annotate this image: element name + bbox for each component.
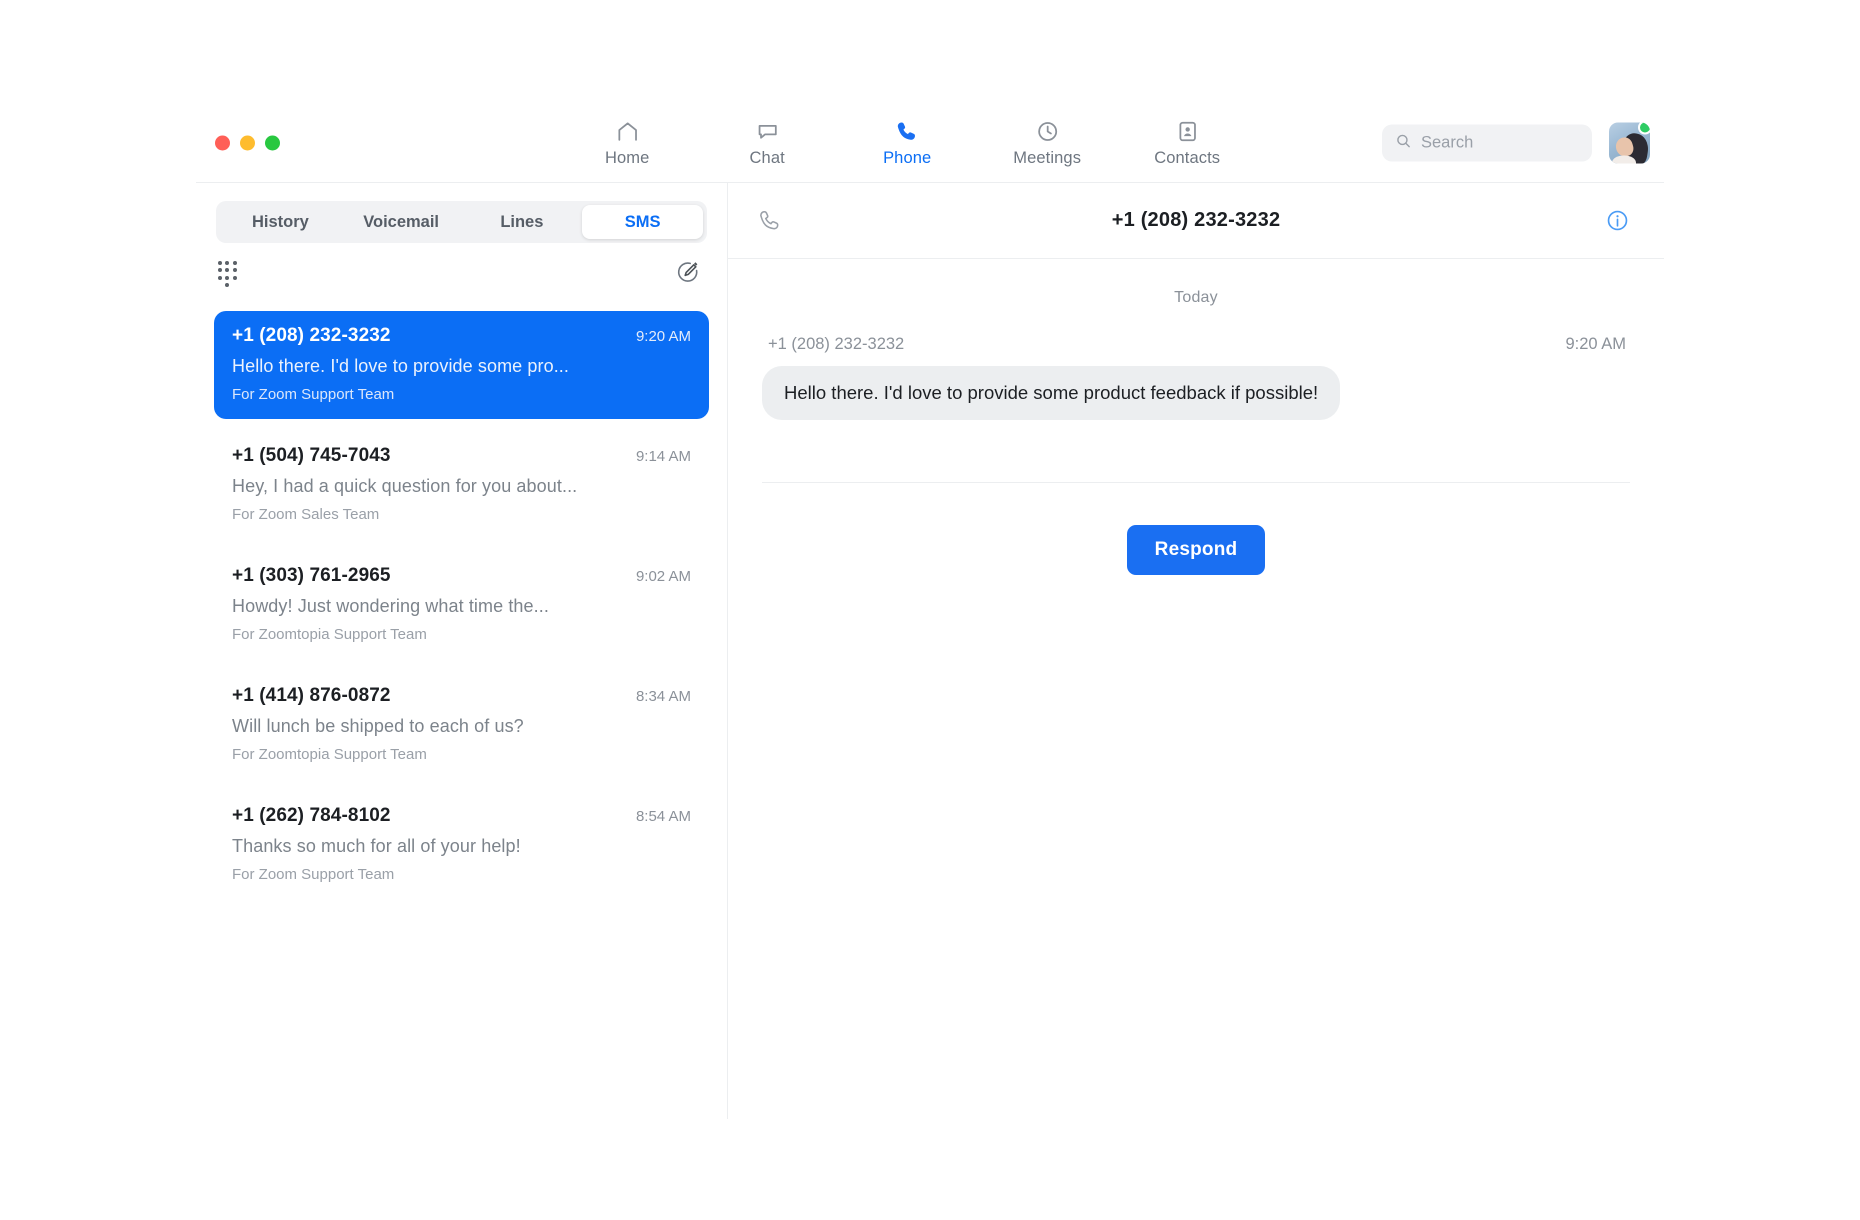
phone-left-panel: History Voicemail Lines SMS +1 (208) 232…: [196, 183, 728, 1119]
message-area: Today +1 (208) 232-3232 9:20 AM Hello th…: [728, 259, 1664, 576]
respond-button[interactable]: Respond: [1126, 525, 1266, 576]
avatar-shoulder: [1612, 155, 1636, 164]
search-icon: [1395, 132, 1412, 154]
conversation-line: For Zoom Support Team: [232, 866, 395, 883]
phone-tab-bar: History Voicemail Lines SMS: [216, 201, 707, 243]
nav-label-phone: Phone: [883, 149, 932, 167]
tab-label-sms: SMS: [624, 212, 661, 231]
zoom-app-window: Home Chat Phone Meetings Contacts Search…: [196, 104, 1664, 1119]
maximize-window-button[interactable]: [265, 135, 280, 151]
conversation-time: 8:54 AM: [635, 808, 691, 825]
titlebar-right-controls: Search: [1382, 122, 1650, 164]
conversation-line: For Zoom Sales Team: [232, 506, 380, 523]
message-meta: +1 (208) 232-3232 9:20 AM: [762, 335, 1630, 354]
chat-bubble-icon: [755, 118, 780, 144]
list-item[interactable]: +1 (208) 232-3232 9:20 AM Hello there. I…: [214, 311, 709, 419]
conversation-number: +1 (414) 876-0872: [232, 685, 391, 706]
conversation-time: 9:02 AM: [635, 568, 691, 585]
minimize-window-button[interactable]: [240, 135, 255, 151]
list-item-header: +1 (303) 761-2965 9:02 AM: [232, 565, 691, 587]
home-icon: [615, 118, 640, 144]
list-item-header: +1 (414) 876-0872 8:34 AM: [232, 685, 691, 707]
nav-item-phone[interactable]: Phone: [861, 118, 953, 168]
app-body: History Voicemail Lines SMS +1 (208) 232…: [196, 182, 1664, 1119]
tab-history[interactable]: History: [220, 205, 341, 239]
nav-label-chat: Chat: [749, 149, 785, 167]
nav-label-contacts: Contacts: [1154, 149, 1221, 167]
conversation-preview: Hey, I had a quick question for you abou…: [232, 476, 578, 496]
search-placeholder: Search: [1421, 133, 1474, 152]
conversation-preview: Thanks so much for all of your help!: [232, 836, 521, 856]
list-item-header: +1 (208) 232-3232 9:20 AM: [232, 325, 691, 347]
nav-label-meetings: Meetings: [1013, 149, 1082, 167]
list-item[interactable]: +1 (414) 876-0872 8:34 AM Will lunch be …: [214, 671, 709, 779]
conversation-number: +1 (262) 784-8102: [232, 805, 391, 826]
day-divider: Today: [1174, 289, 1218, 306]
conversation-time: 9:20 AM: [635, 328, 691, 345]
avatar[interactable]: [1609, 122, 1650, 164]
sms-conversation-list: +1 (208) 232-3232 9:20 AM Hello there. I…: [196, 305, 727, 899]
main-navigation: Home Chat Phone Meetings Contacts: [581, 118, 1233, 168]
phone-handset-icon: [895, 118, 920, 144]
nav-item-chat[interactable]: Chat: [721, 118, 813, 168]
list-item-header: +1 (504) 745-7043 9:14 AM: [232, 445, 691, 467]
conversation-preview: Will lunch be shipped to each of us?: [232, 716, 524, 736]
clock-icon: [1035, 118, 1060, 144]
tab-lines[interactable]: Lines: [462, 205, 583, 239]
conversation-number: +1 (208) 232-3232: [232, 325, 391, 346]
message-sender: +1 (208) 232-3232: [768, 335, 905, 353]
nav-item-contacts[interactable]: Contacts: [1141, 118, 1233, 168]
list-item[interactable]: +1 (504) 745-7043 9:14 AM Hey, I had a q…: [214, 431, 709, 539]
nav-label-home: Home: [604, 149, 650, 167]
tab-label-voicemail: Voicemail: [363, 212, 440, 231]
nav-item-home[interactable]: Home: [581, 118, 673, 168]
page-title: +1 (208) 232-3232: [1111, 209, 1281, 231]
phone-tabs-container: History Voicemail Lines SMS: [196, 183, 727, 243]
close-window-button[interactable]: [215, 135, 230, 151]
conversation-preview: Hello there. I'd love to provide some pr…: [232, 356, 570, 376]
conversation-line: For Zoomtopia Support Team: [232, 626, 427, 643]
message-time: 9:20 AM: [1565, 335, 1626, 353]
sms-action-row: [196, 243, 727, 305]
list-item[interactable]: +1 (262) 784-8102 8:54 AM Thanks so much…: [214, 791, 709, 899]
conversation-preview: Howdy! Just wondering what time the...: [232, 596, 549, 616]
tab-voicemail[interactable]: Voicemail: [341, 205, 462, 239]
tab-label-lines: Lines: [500, 212, 544, 231]
conversation-time: 8:34 AM: [635, 688, 691, 705]
status-badge-available: [1638, 122, 1650, 135]
window-traffic-lights: [215, 135, 280, 151]
thread-body: Today +1 (208) 232-3232 9:20 AM Hello th…: [728, 259, 1664, 1119]
message-bubble: Hello there. I'd love to provide some pr…: [762, 366, 1341, 421]
conversation-number: +1 (504) 745-7043: [232, 445, 391, 466]
search-input[interactable]: Search: [1382, 124, 1592, 162]
tab-sms[interactable]: SMS: [582, 205, 703, 239]
conversation-line: For Zoomtopia Support Team: [232, 746, 427, 763]
sms-thread-panel: +1 (208) 232-3232 Today +1 (208) 232-323…: [728, 183, 1664, 1119]
conversation-line: For Zoom Support Team: [232, 386, 395, 403]
list-item[interactable]: +1 (303) 761-2965 9:02 AM Howdy! Just wo…: [214, 551, 709, 659]
thread-header: +1 (208) 232-3232: [728, 183, 1664, 259]
contact-card-icon: [1175, 118, 1200, 144]
list-item-header: +1 (262) 784-8102 8:54 AM: [232, 805, 691, 827]
compose-pencil-icon[interactable]: [675, 259, 701, 290]
window-titlebar: Home Chat Phone Meetings Contacts Search: [196, 104, 1664, 182]
conversation-number: +1 (303) 761-2965: [232, 565, 391, 586]
tab-label-history: History: [251, 212, 309, 231]
conversation-time: 9:14 AM: [635, 448, 691, 465]
dialpad-icon[interactable]: [218, 260, 237, 288]
respond-area: Respond: [762, 483, 1630, 576]
nav-item-meetings[interactable]: Meetings: [1001, 118, 1093, 168]
